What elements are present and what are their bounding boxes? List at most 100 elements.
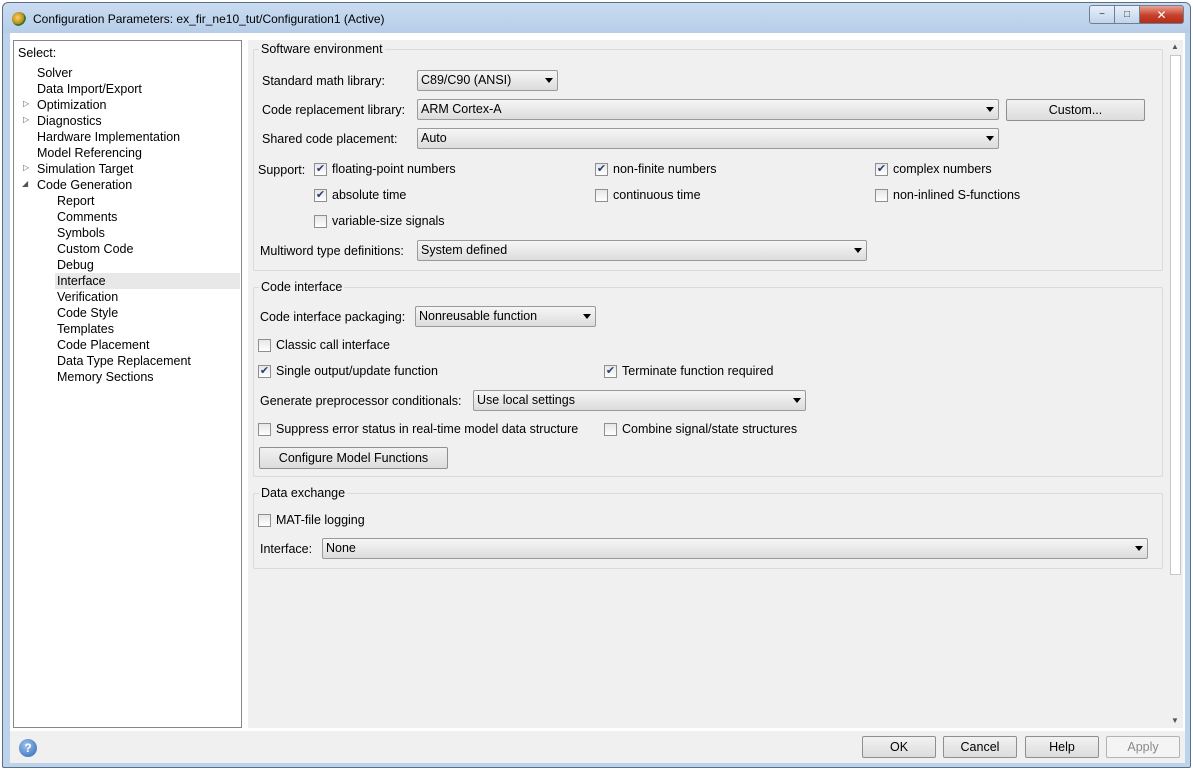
classic-call-interface-label: Classic call interface <box>276 338 390 352</box>
tree-item-symbols[interactable]: Symbols <box>57 225 105 241</box>
checkbox-box <box>604 422 617 436</box>
support-label: Support: <box>258 163 306 177</box>
tree-item-custom-code[interactable]: Custom Code <box>57 241 133 257</box>
multiword-type-select[interactable]: System defined <box>417 240 867 261</box>
variable-size-signals-label: variable-size signals <box>332 214 445 228</box>
preprocessor-conditionals-value: Use local settings <box>477 393 575 407</box>
chevron-down-icon <box>1135 546 1143 551</box>
checkbox-box: ✔ <box>595 162 608 176</box>
code-interface-title: Code interface <box>259 280 345 294</box>
tree-item-code-style[interactable]: Code Style <box>57 305 118 321</box>
tree-item-data-type-replacement[interactable]: Data Type Replacement <box>57 353 191 369</box>
checkbox-box <box>595 188 608 202</box>
combine-signal-state-label: Combine signal/state structures <box>622 422 798 436</box>
apply-button[interactable]: Apply <box>1106 736 1180 758</box>
preprocessor-conditionals-select[interactable]: Use local settings <box>473 390 806 411</box>
shared-code-placement-value: Auto <box>421 131 447 145</box>
math-library-value: C89/C90 (ANSI) <box>421 73 512 87</box>
checkbox-box: ✔ <box>875 162 888 176</box>
checkbox-box <box>875 188 888 202</box>
scroll-up-icon[interactable]: ▲ <box>1171 42 1179 51</box>
tree-item-comments[interactable]: Comments <box>57 209 117 225</box>
category-tree[interactable]: Select: Solver Data Import/Export ▷ Opti… <box>13 40 242 728</box>
help-icon[interactable]: ? <box>19 739 37 757</box>
ok-button[interactable]: OK <box>862 736 936 758</box>
preprocessor-conditionals-label: Generate preprocessor conditionals: <box>260 394 462 408</box>
software-environment-group <box>253 49 1163 271</box>
tree-item-simulation-target[interactable]: Simulation Target <box>37 161 133 177</box>
absolute-time-label: absolute time <box>332 188 407 202</box>
single-output-update-checkbox[interactable]: ✔ Single output/update function <box>258 364 438 378</box>
non-finite-checkbox[interactable]: ✔ non-finite numbers <box>595 162 717 176</box>
vertical-scrollbar[interactable]: ▲ ▼ <box>1168 40 1183 728</box>
tree-item-solver[interactable]: Solver <box>37 65 72 81</box>
tree-item-model-referencing[interactable]: Model Referencing <box>37 145 142 161</box>
configure-model-functions-button[interactable]: Configure Model Functions <box>259 447 448 469</box>
minimize-button[interactable]: − <box>1089 5 1115 24</box>
absolute-time-checkbox[interactable]: ✔ absolute time <box>314 188 406 202</box>
tree-item-interface[interactable]: Interface <box>55 273 240 289</box>
code-replacement-library-select[interactable]: ARM Cortex-A <box>417 99 999 120</box>
non-finite-label: non-finite numbers <box>613 162 717 176</box>
suppress-error-status-checkbox[interactable]: Suppress error status in real-time model… <box>258 422 578 436</box>
custom-button[interactable]: Custom... <box>1006 99 1145 121</box>
settings-panel: Software environment Standard math libra… <box>248 40 1168 728</box>
non-inlined-sfunctions-label: non-inlined S-functions <box>893 188 1021 202</box>
tree-item-report[interactable]: Report <box>57 193 95 209</box>
tree-item-debug[interactable]: Debug <box>57 257 94 273</box>
tree-item-data-import-export[interactable]: Data Import/Export <box>37 81 142 97</box>
collapse-arrow-icon[interactable]: ◢ <box>22 179 28 188</box>
cancel-button[interactable]: Cancel <box>943 736 1017 758</box>
interface-select[interactable]: None <box>322 538 1148 559</box>
maximize-icon: □ <box>1123 9 1131 20</box>
tree-item-code-placement[interactable]: Code Placement <box>57 337 149 353</box>
expand-arrow-icon[interactable]: ▷ <box>23 115 29 124</box>
math-library-select[interactable]: C89/C90 (ANSI) <box>417 70 558 91</box>
terminate-function-checkbox[interactable]: ✔ Terminate function required <box>604 364 773 378</box>
maximize-button[interactable]: □ <box>1115 5 1140 24</box>
tree-item-code-generation[interactable]: Code Generation <box>37 177 132 193</box>
terminate-function-label: Terminate function required <box>622 364 774 378</box>
complex-numbers-checkbox[interactable]: ✔ complex numbers <box>875 162 992 176</box>
checkbox-box <box>258 338 271 352</box>
scroll-down-icon[interactable]: ▼ <box>1171 716 1179 725</box>
tree-header: Select: <box>18 46 57 60</box>
expand-arrow-icon[interactable]: ▷ <box>23 99 29 108</box>
tree-item-templates[interactable]: Templates <box>57 321 114 337</box>
tree-item-memory-sections[interactable]: Memory Sections <box>57 369 154 385</box>
single-output-update-label: Single output/update function <box>276 364 438 378</box>
multiword-type-label: Multiword type definitions: <box>260 244 404 258</box>
chevron-down-icon <box>583 314 591 319</box>
math-library-label: Standard math library: <box>262 74 385 88</box>
minimize-icon: − <box>1099 9 1105 20</box>
tree-item-optimization[interactable]: Optimization <box>37 97 106 113</box>
data-exchange-title: Data exchange <box>259 486 348 500</box>
expand-arrow-icon[interactable]: ▷ <box>23 163 29 172</box>
scroll-thumb[interactable] <box>1170 55 1181 575</box>
window-controls: − □ ✕ <box>1089 5 1184 24</box>
mat-file-logging-checkbox[interactable]: MAT-file logging <box>258 513 365 527</box>
variable-size-signals-checkbox[interactable]: variable-size signals <box>314 214 445 228</box>
tree-item-diagnostics[interactable]: Diagnostics <box>37 113 102 129</box>
simulink-app-icon <box>12 12 26 26</box>
chevron-down-icon <box>545 78 553 83</box>
classic-call-interface-checkbox[interactable]: Classic call interface <box>258 338 390 352</box>
continuous-time-checkbox[interactable]: continuous time <box>595 188 701 202</box>
checkbox-box <box>258 513 271 527</box>
help-button[interactable]: Help <box>1025 736 1099 758</box>
code-interface-packaging-label: Code interface packaging: <box>260 310 406 324</box>
non-inlined-sfunctions-checkbox[interactable]: non-inlined S-functions <box>875 188 1020 202</box>
floating-point-checkbox[interactable]: ✔ floating-point numbers <box>314 162 456 176</box>
tree-item-verification[interactable]: Verification <box>57 289 118 305</box>
shared-code-placement-select[interactable]: Auto <box>417 128 999 149</box>
close-button[interactable]: ✕ <box>1140 5 1184 24</box>
combine-signal-state-checkbox[interactable]: Combine signal/state structures <box>604 422 797 436</box>
checkbox-box: ✔ <box>314 162 327 176</box>
close-icon: ✕ <box>1156 7 1167 22</box>
code-interface-packaging-select[interactable]: Nonreusable function <box>415 306 596 327</box>
tree-item-hardware-implementation[interactable]: Hardware Implementation <box>37 129 180 145</box>
title-bar[interactable]: Configuration Parameters: ex_fir_ne10_tu… <box>3 3 1190 33</box>
dialog-footer: ? OK Cancel Help Apply <box>10 731 1185 763</box>
checkbox-box <box>314 214 327 228</box>
multiword-type-value: System defined <box>421 243 508 257</box>
